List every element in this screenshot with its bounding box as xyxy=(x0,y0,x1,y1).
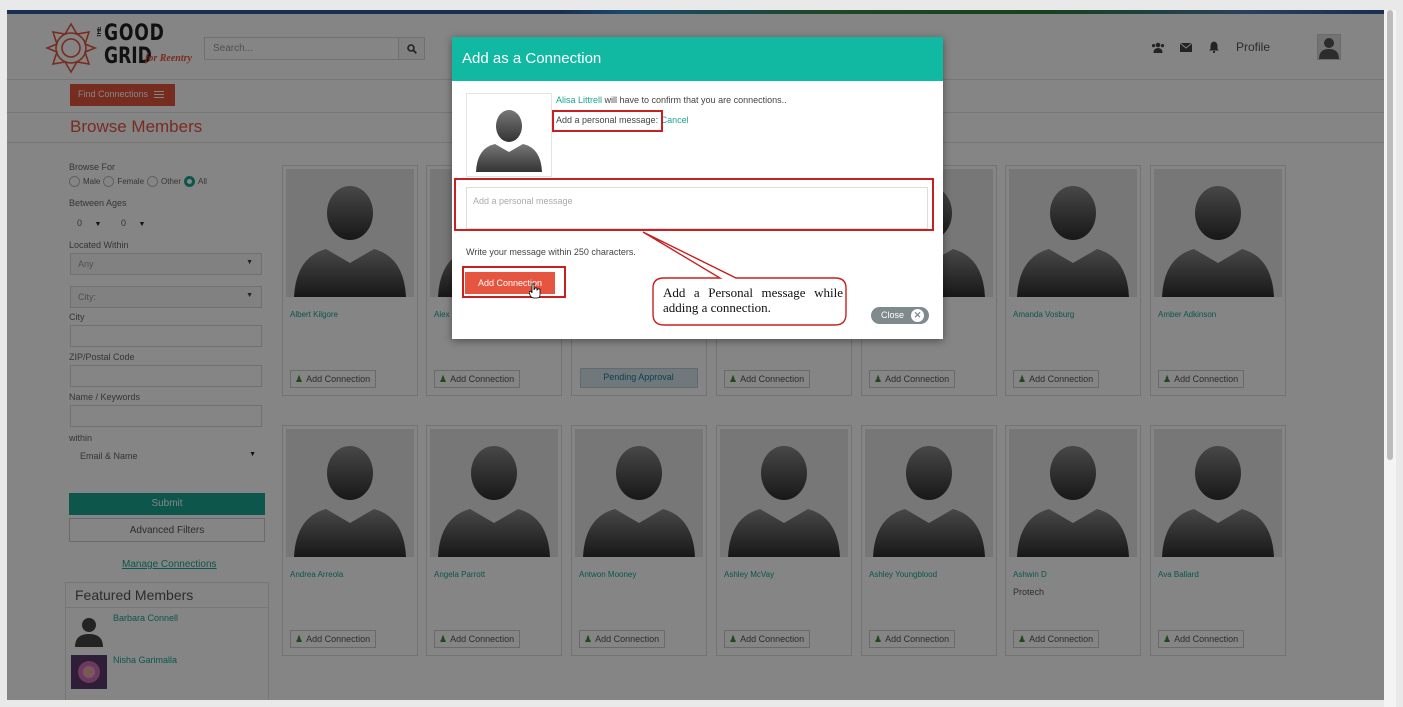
callout-text: Add a Personal message while adding a co… xyxy=(663,285,843,315)
scrollbar[interactable] xyxy=(1384,10,1396,707)
scrollbar-thumb[interactable] xyxy=(1387,10,1393,460)
annotation-callout xyxy=(642,231,847,326)
